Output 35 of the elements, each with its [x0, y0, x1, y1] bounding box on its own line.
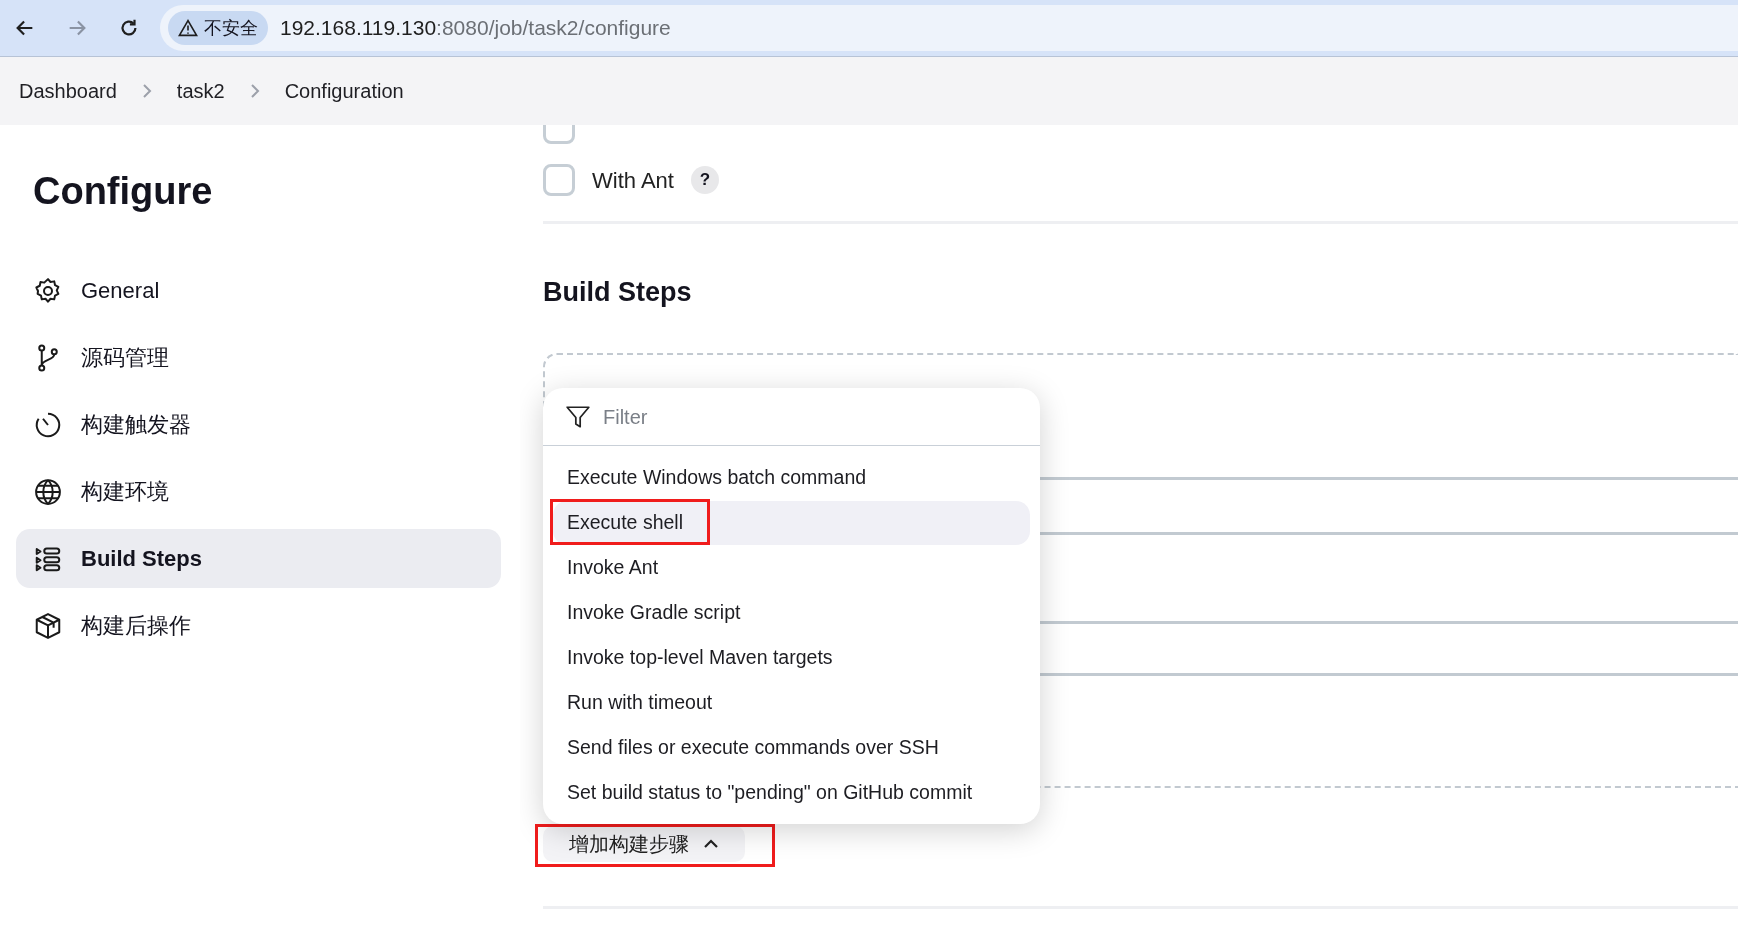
menu-item[interactable]: Invoke top-level Maven targets: [553, 636, 1030, 680]
checkbox[interactable]: [543, 164, 575, 196]
breadcrumb-link[interactable]: Dashboard: [19, 76, 117, 106]
warning-icon: [178, 19, 198, 37]
sidebar-item[interactable]: 构建后操作: [16, 596, 501, 655]
add-build-step-button[interactable]: 增加构建步骤: [543, 825, 745, 862]
security-label: 不安全: [204, 16, 258, 40]
chevron-icon: [140, 83, 153, 99]
package-icon: [33, 610, 63, 641]
checkbox-label: With Ant: [592, 166, 674, 195]
menu-item[interactable]: Set build status to "pending" on GitHub commit: [553, 771, 1030, 815]
page-title: Configure: [32, 169, 214, 214]
section-title: Build Steps: [543, 276, 693, 309]
address-bar[interactable]: 不安全 192.168.119.130:8080/job/task2/configure: [160, 5, 1738, 51]
menu-item[interactable]: Run with timeout: [553, 681, 1030, 725]
help-button[interactable]: ?: [690, 166, 719, 194]
sidebar-item[interactable]: Build Steps: [16, 529, 501, 588]
menu-item[interactable]: Invoke Ant: [553, 546, 1030, 590]
sidebar-item[interactable]: 源码管理: [16, 328, 501, 387]
chevron-icon: [248, 83, 261, 99]
url-path: :8080/job/task2/configure: [436, 15, 671, 42]
breadcrumb-link[interactable]: task2: [176, 76, 225, 106]
sidebar-item[interactable]: 构建环境: [16, 462, 501, 521]
filter-icon: [565, 403, 591, 430]
sidebar-item[interactable]: 构建触发器: [16, 395, 501, 454]
url-host: 192.168.119.130: [280, 15, 437, 42]
filter-field[interactable]: Filter: [603, 401, 903, 432]
menu-item[interactable]: Send files or execute commands over SSH: [553, 726, 1030, 770]
globe-icon: [33, 476, 63, 507]
sidebar-item[interactable]: General: [16, 261, 501, 320]
menu-item[interactable]: Invoke Gradle script: [553, 591, 1030, 635]
security-chip[interactable]: 不安全: [168, 11, 268, 45]
menu-item[interactable]: Execute Windows batch command: [553, 456, 1030, 500]
menu-item[interactable]: Execute shell: [553, 501, 1030, 545]
breadcrumb-link[interactable]: Configuration: [284, 76, 404, 106]
